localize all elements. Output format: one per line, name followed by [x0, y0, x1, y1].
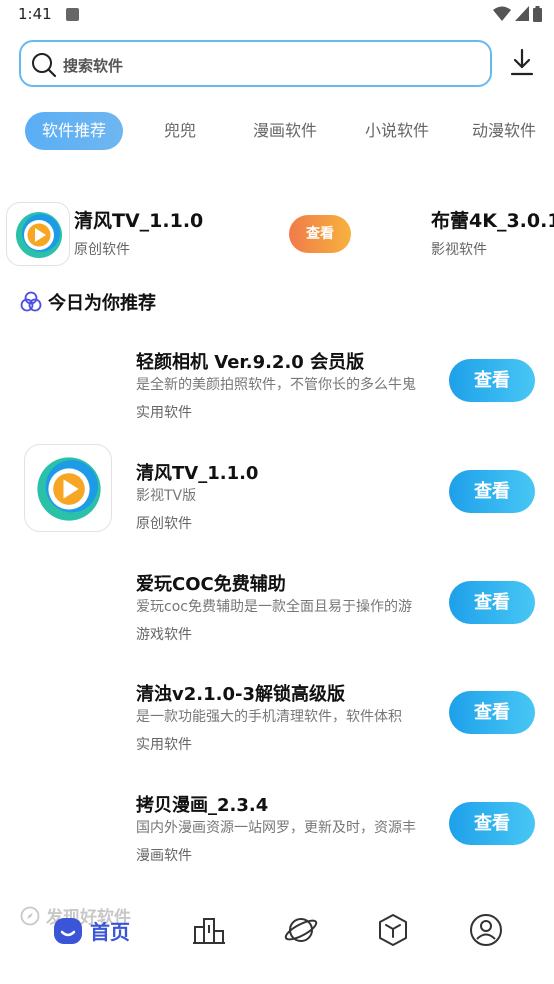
- item-description: 影视TV版: [136, 488, 197, 504]
- home-icon: [54, 918, 82, 944]
- item-description: 是一款功能强大的手机清理软件，软件体积: [136, 709, 402, 725]
- list-item[interactable]: 拷贝漫画_2.3.4 国内外漫画资源一站网罗，更新及时，资源丰 漫画软件 查看: [0, 791, 554, 891]
- nav-home[interactable]: 首页: [52, 910, 130, 950]
- item-title: 爱玩COC免费辅助: [136, 574, 286, 595]
- featured-carousel: 清风TV_1.1.0 原创软件 查看 布蕾4K_3.0.1 影视软件: [0, 198, 554, 270]
- item-category: 游戏软件: [136, 627, 192, 643]
- tab-comic-software[interactable]: 漫画软件: [240, 112, 330, 150]
- circles-icon: [20, 291, 42, 312]
- view-button[interactable]: 查看: [449, 470, 535, 513]
- list-item[interactable]: 轻颜相机 Ver.9.2.0 会员版 是全新的美颜拍照软件，不管你长的多么牛鬼 …: [0, 348, 554, 448]
- view-button[interactable]: 查看: [449, 802, 535, 845]
- profile-icon: [470, 914, 502, 946]
- banner-view-button[interactable]: 查看: [289, 215, 351, 253]
- item-category: 原创软件: [136, 516, 192, 532]
- signal-icon: [515, 6, 529, 21]
- wifi-icon: [493, 6, 511, 21]
- bottom-navigation: 首页: [0, 900, 554, 960]
- play-logo-icon: [16, 212, 62, 258]
- section-header: 今日为你推荐: [20, 289, 156, 315]
- banner-item-subtitle: 原创软件: [74, 242, 130, 258]
- search-icon: [32, 53, 57, 78]
- list-item[interactable]: 清浊v2.1.0-3解锁高级版 是一款功能强大的手机清理软件，软件体积 实用软件…: [0, 680, 554, 780]
- category-tabs: 软件推荐 兜兜 漫画软件 小说软件 动漫软件: [0, 112, 554, 152]
- section-title: 今日为你推荐: [48, 293, 156, 314]
- battery-icon: [533, 6, 542, 22]
- item-title: 清风TV_1.1.0: [136, 463, 259, 484]
- item-title: 拷贝漫画_2.3.4: [136, 795, 269, 816]
- app-logo-qingfeng[interactable]: [6, 202, 70, 266]
- notification-icon: [66, 8, 79, 21]
- nav-box[interactable]: [377, 910, 409, 950]
- status-bar: 1:41: [0, 0, 554, 32]
- list-item[interactable]: 清风TV_1.1.0 影视TV版 原创软件 查看: [0, 444, 554, 559]
- item-description: 国内外漫画资源一站网罗，更新及时，资源丰: [136, 820, 416, 836]
- tab-anime-software[interactable]: 动漫软件: [464, 112, 554, 150]
- item-category: 实用软件: [136, 405, 192, 421]
- item-category: 实用软件: [136, 737, 192, 753]
- nav-ranking[interactable]: [192, 910, 226, 950]
- banner-item-title: 布蕾4K_3.0.1: [431, 210, 554, 232]
- view-button[interactable]: 查看: [449, 581, 535, 624]
- list-item[interactable]: 爱玩COC免费辅助 爱玩coc免费辅助是一款全面且易于操作的游 游戏软件 查看: [0, 570, 554, 670]
- box-icon: [379, 914, 407, 946]
- search-input[interactable]: 搜索软件: [19, 40, 492, 87]
- item-title: 清浊v2.1.0-3解锁高级版: [136, 684, 345, 705]
- nav-home-label: 首页: [90, 919, 130, 944]
- item-description: 爱玩coc免费辅助是一款全面且易于操作的游: [136, 599, 412, 615]
- item-description: 是全新的美颜拍照软件，不管你长的多么牛鬼: [136, 377, 416, 393]
- item-category: 漫画软件: [136, 848, 192, 864]
- tab-novel-software[interactable]: 小说软件: [352, 112, 442, 150]
- status-time: 1:41: [18, 5, 52, 23]
- play-logo-icon: [37, 457, 101, 521]
- download-icon[interactable]: [508, 48, 536, 78]
- ranking-icon: [193, 918, 225, 944]
- item-title: 轻颜相机 Ver.9.2.0 会员版: [136, 352, 365, 373]
- search-placeholder: 搜索软件: [63, 57, 124, 75]
- tab-software-recommend[interactable]: 软件推荐: [25, 112, 123, 150]
- tab-doudou[interactable]: 兜兜: [148, 112, 212, 150]
- planet-icon: [284, 918, 318, 942]
- nav-discover[interactable]: [283, 910, 319, 950]
- app-logo-qingfeng[interactable]: [24, 444, 112, 532]
- nav-profile[interactable]: [469, 910, 503, 950]
- banner-item-title: 清风TV_1.1.0: [74, 210, 204, 232]
- banner-item-subtitle: 影视软件: [431, 242, 487, 258]
- view-button[interactable]: 查看: [449, 691, 535, 734]
- status-icons: [493, 6, 542, 22]
- view-button[interactable]: 查看: [449, 359, 535, 402]
